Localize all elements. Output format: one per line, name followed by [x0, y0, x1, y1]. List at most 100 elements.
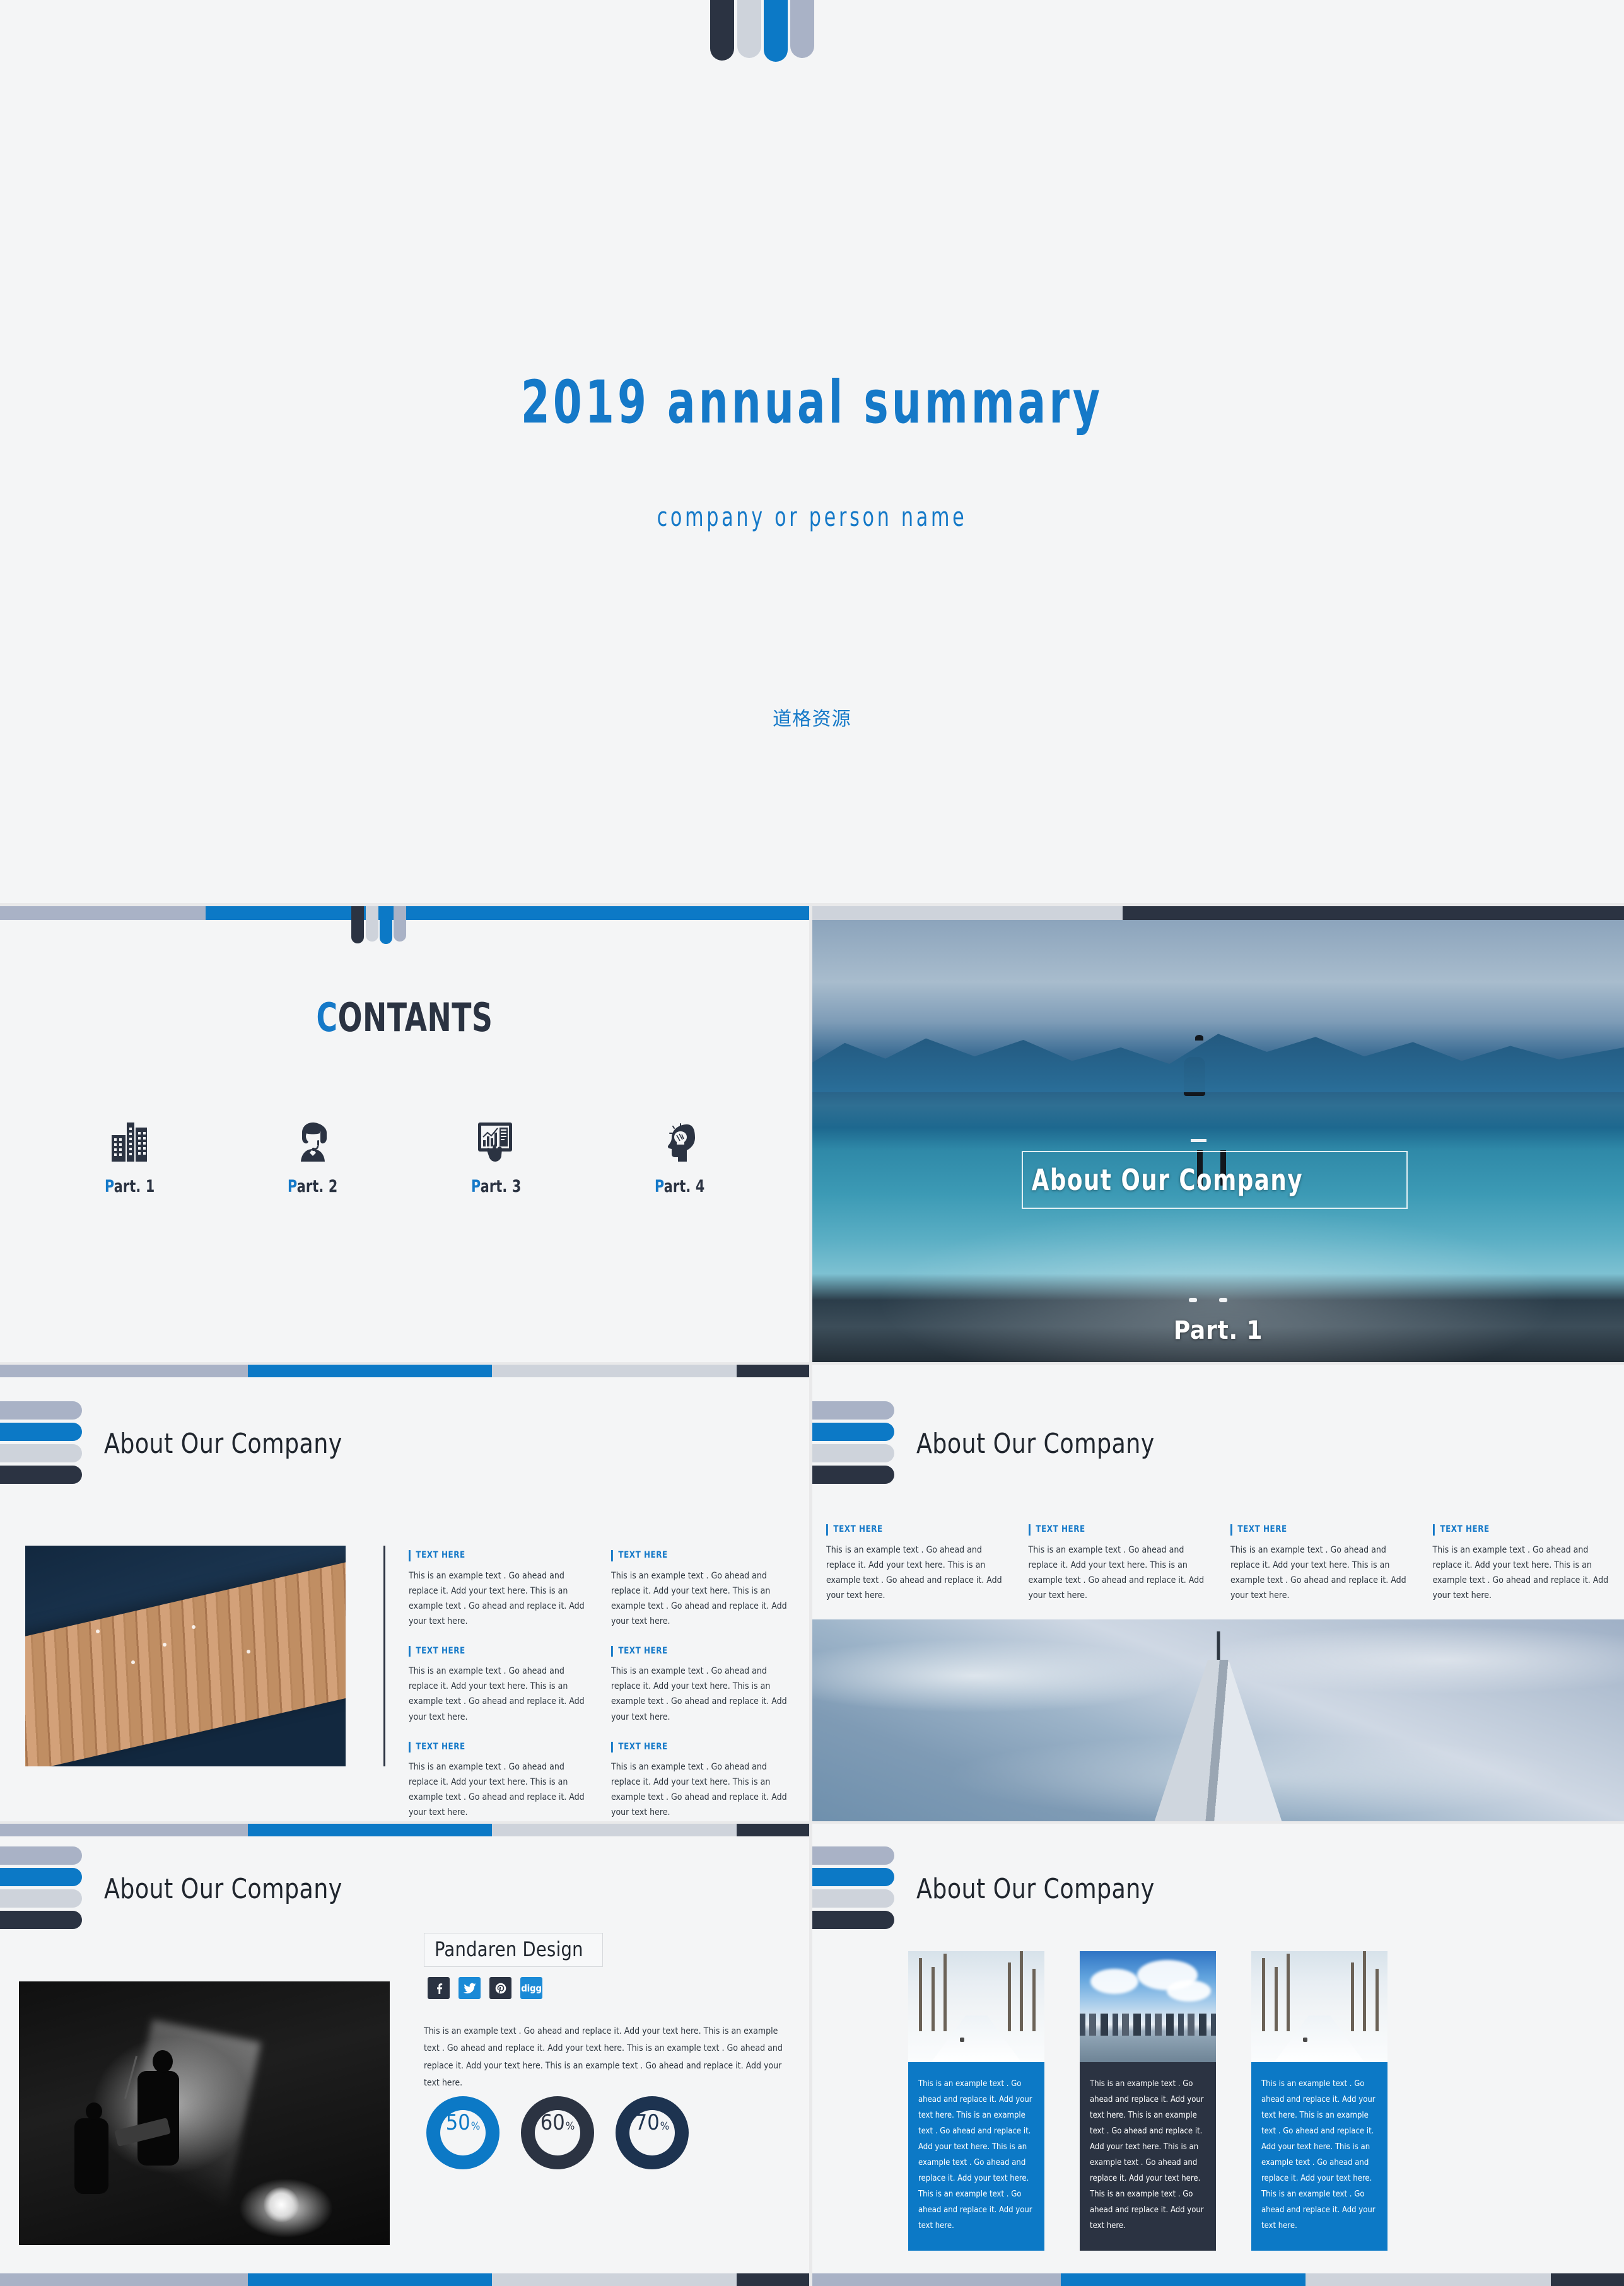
stat-donuts: 50 % 60 % 70 % — [426, 2096, 689, 2169]
text-block: TEXT HERE This is an example text . Go a… — [611, 1550, 787, 1629]
slide-title: About Our Company — [916, 1873, 1155, 1905]
text-block-head: TEXT HERE — [409, 1741, 576, 1753]
text-block-body: This is an example text . Go ahead and r… — [409, 1570, 585, 1626]
text-block-head: TEXT HERE — [826, 1524, 998, 1536]
contents-part-3[interactable]: Part. 3 — [405, 1105, 588, 1196]
rule-seg-gray-blue — [0, 1824, 248, 1836]
bottom-rule — [812, 2273, 1624, 2286]
rule-seg-navy — [736, 1824, 809, 1836]
text-block: TEXT HERE This is an example text . Go a… — [826, 1524, 1007, 1603]
about-body-text: This is an example text . Go ahead and r… — [424, 2026, 783, 2088]
cards-row: This is an example text . Go ahead and r… — [908, 1951, 1387, 2251]
rule-seg-light-gray — [812, 906, 1123, 920]
text-block: TEXT HERE This is an example text . Go a… — [1230, 1524, 1411, 1603]
info-card[interactable]: This is an example text . Go ahead and r… — [1080, 1951, 1216, 2251]
text-block-head: TEXT HERE — [1028, 1524, 1200, 1536]
slide-title: About Our Company — [916, 1428, 1155, 1460]
rule-seg-navy — [736, 2273, 809, 2286]
contents-part-label: Part. 1 — [105, 1177, 155, 1196]
rule-seg-light-gray — [1306, 2273, 1551, 2286]
contents-part-label: Part. 3 — [471, 1177, 522, 1196]
header-bar-stack — [812, 1401, 894, 1487]
header-bar-gray-blue — [812, 1846, 894, 1865]
stat-value: 70 — [634, 2110, 660, 2135]
contents-part-2[interactable]: Part. 2 — [221, 1105, 405, 1196]
part-label-rest: art. 4 — [663, 1177, 705, 1196]
top-rule — [0, 1824, 809, 1836]
rule-seg-blue — [205, 906, 809, 920]
slide-about-a: About Our Company TEXT HERE This is an e… — [0, 1365, 809, 1821]
support-agent-icon — [221, 1105, 405, 1163]
stat-unit: % — [470, 2120, 481, 2133]
header-bar-navy — [0, 1466, 82, 1484]
stat-value: 60 — [540, 2110, 565, 2135]
header-bar-blue — [0, 1423, 82, 1441]
header-bar-navy — [812, 1466, 894, 1484]
brand-name: Pandaren Design — [435, 1937, 583, 1961]
contents-part-label: Part. 4 — [655, 1177, 705, 1196]
card-body: This is an example text . Go ahead and r… — [1080, 2062, 1216, 2251]
stat-donut: 50 % — [426, 2096, 499, 2169]
text-block-head: TEXT HERE — [611, 1741, 778, 1753]
rule-seg-gray-blue — [0, 2273, 248, 2286]
twitter-icon[interactable] — [459, 1977, 481, 1999]
logo-bar-navy — [710, 0, 734, 61]
pinterest-icon[interactable] — [489, 1977, 511, 1999]
vertical-divider — [383, 1546, 385, 1766]
header-bar-gray-blue — [0, 1846, 82, 1865]
logo-bar-blue — [380, 906, 392, 944]
page-footer-cn: 道格资源 — [773, 708, 851, 730]
rule-seg-gray-blue — [812, 2273, 1061, 2286]
parts-row: Part. 1 Part. 2 Part. 3 Part. 4 — [0, 1105, 809, 1196]
header-bar-light-gray — [812, 1889, 894, 1908]
text-blocks-grid: TEXT HERE This is an example text . Go a… — [409, 1550, 787, 1820]
contents-part-1[interactable]: Part. 1 — [38, 1105, 221, 1196]
contents-part-4[interactable]: Part. 4 — [588, 1105, 771, 1196]
text-block-body: This is an example text . Go ahead and r… — [409, 1762, 585, 1818]
text-block: TEXT HERE This is an example text . Go a… — [611, 1741, 787, 1821]
contents-heading-rest: ONTANTS — [337, 994, 493, 1041]
slide-title: About Our Company — [104, 1873, 342, 1905]
logo-bar-gray-blue — [394, 906, 406, 942]
card-body: This is an example text . Go ahead and r… — [1251, 2062, 1387, 2251]
digg-icon[interactable]: digg — [520, 1977, 542, 1999]
brand-name-box: Pandaren Design — [424, 1933, 604, 1967]
rule-seg-light-gray — [492, 2273, 737, 2286]
rule-seg-navy — [1551, 2273, 1624, 2286]
card-body: This is an example text . Go ahead and r… — [908, 2062, 1044, 2251]
text-block-head: TEXT HERE — [611, 1645, 778, 1657]
digg-label: digg — [521, 1982, 542, 1994]
photo-skyscraper-tower — [812, 1619, 1624, 1821]
slide-contents: CONTANTS Part. 1 Part. 2 Part. 3 Part. 4 — [0, 906, 809, 1362]
rule-seg-blue — [247, 2273, 493, 2286]
info-card[interactable]: This is an example text . Go ahead and r… — [908, 1951, 1044, 2251]
photo-snowy-forest-road — [908, 1951, 1044, 2062]
text-block-body: This is an example text . Go ahead and r… — [1028, 1544, 1205, 1601]
logo-bar-gray-blue — [790, 0, 814, 58]
stat-unit: % — [660, 2120, 670, 2133]
rule-seg-navy — [736, 1365, 809, 1377]
text-block: TEXT HERE This is an example text . Go a… — [409, 1645, 585, 1725]
slide-title: 2019 annual summary company or person na… — [0, 0, 1624, 903]
facebook-icon[interactable] — [428, 1977, 450, 1999]
slide-deck: 2019 annual summary company or person na… — [0, 0, 1624, 2286]
header-bar-stack — [812, 1846, 894, 1932]
part-label-first-letter: P — [654, 1177, 664, 1196]
rule-seg-blue — [247, 1824, 493, 1836]
logo-bar-blue — [764, 0, 788, 62]
stat-donut: 70 % — [616, 2096, 689, 2169]
part-label-rest: art. 2 — [297, 1177, 338, 1196]
header-bar-blue — [0, 1868, 82, 1886]
part-label-rest: art. 3 — [480, 1177, 522, 1196]
header-bar-light-gray — [0, 1889, 82, 1908]
text-block: TEXT HERE This is an example text . Go a… — [1432, 1524, 1614, 1603]
logo-bars — [351, 906, 406, 944]
contents-part-label: Part. 2 — [288, 1177, 338, 1196]
part-label-first-letter: P — [104, 1177, 114, 1196]
photo-snowy-forest-road — [1251, 1951, 1387, 2062]
rule-seg-gray-blue — [0, 906, 206, 920]
header-bar-light-gray — [0, 1444, 82, 1462]
contents-heading-first-letter: C — [316, 994, 338, 1041]
info-card[interactable]: This is an example text . Go ahead and r… — [1251, 1951, 1387, 2251]
slide-about-c: About Our Company Pandaren Design digg T… — [0, 1824, 809, 2286]
